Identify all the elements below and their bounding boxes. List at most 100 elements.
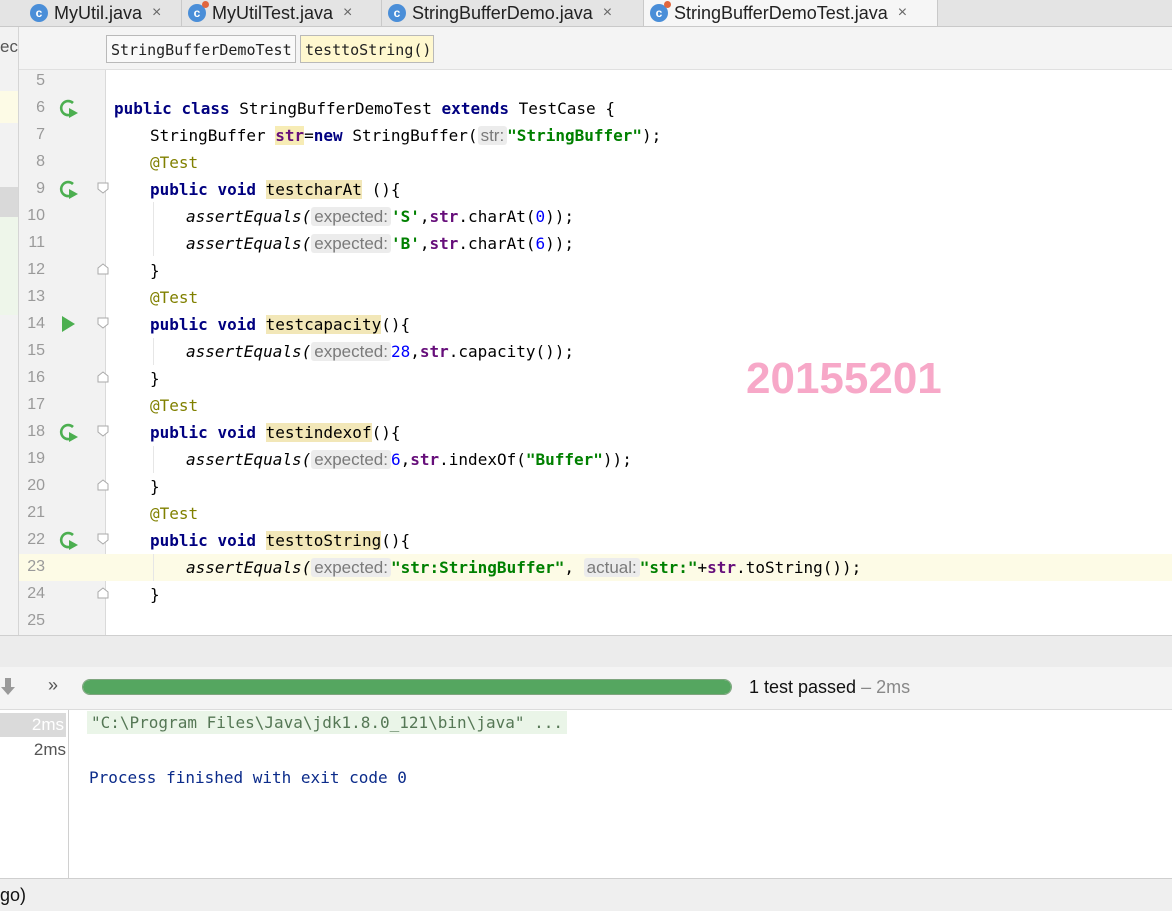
test-progress-fill	[83, 680, 731, 694]
close-icon[interactable]: ×	[152, 4, 161, 22]
console-output[interactable]: "C:\Program Files\Java\jdk1.8.0_121\bin\…	[69, 710, 1172, 878]
close-icon[interactable]: ×	[898, 4, 907, 22]
code-line-16: }	[150, 369, 160, 388]
char-literal: 'B'	[390, 234, 420, 253]
operator: =	[304, 126, 314, 145]
number-literal: 28	[390, 342, 411, 361]
line-number: 14	[27, 315, 45, 332]
method-call: assertEquals(	[186, 234, 312, 253]
run-icon[interactable]	[57, 313, 79, 335]
punctuation: ,	[419, 207, 430, 226]
method-call: assertEquals(	[186, 342, 312, 361]
run-test-class-icon[interactable]	[57, 97, 79, 119]
punctuation: ,	[419, 234, 430, 253]
method-call: assertEquals(	[186, 207, 312, 226]
line-number: 13	[27, 288, 45, 305]
fold-open-icon[interactable]	[97, 533, 109, 545]
down-arrow-icon[interactable]	[0, 678, 16, 696]
fold-close-icon[interactable]	[97, 479, 109, 491]
tab-label: MyUtilTest.java	[212, 2, 334, 23]
line-number: 25	[27, 612, 45, 629]
test-runner-toolbar: » 1 test passed – 2ms	[0, 667, 1172, 710]
method-name: testcharAt	[265, 180, 362, 199]
test-duration: – 2ms	[856, 677, 911, 697]
keyword: extends	[441, 99, 509, 118]
keyword: void	[217, 423, 256, 442]
panel-splitter[interactable]	[0, 635, 1172, 668]
breadcrumb: StringBufferDemoTest testtoString()	[19, 27, 1172, 70]
parameter-hint: expected:	[311, 342, 391, 361]
line-number: 16	[27, 369, 45, 386]
test-progress-bar	[82, 679, 732, 695]
java-test-class-icon: c	[650, 1, 671, 22]
breadcrumb-class[interactable]: StringBufferDemoTest	[106, 35, 296, 63]
parent-class: TestCase	[518, 99, 596, 118]
watermark-text: 20155201	[746, 354, 942, 403]
parameter-hint: actual:	[583, 558, 640, 577]
line-number: 17	[27, 396, 45, 413]
punctuation: (){	[381, 531, 411, 550]
line-number: 24	[27, 585, 45, 602]
tests-passed-label: 1 test passed	[749, 677, 857, 697]
indent-guide	[153, 446, 154, 473]
char-literal: 'S'	[390, 207, 420, 226]
run-test-method-icon[interactable]	[57, 529, 79, 551]
run-test-method-icon[interactable]	[57, 421, 79, 443]
punctuation: (){	[361, 180, 401, 199]
code-line-9: public void testcharAt (){	[150, 176, 400, 203]
keyword: public	[150, 531, 208, 550]
tab-stringbufferdemo[interactable]: c StringBufferDemo.java ×	[382, 0, 644, 26]
tab-myutiltest[interactable]: c MyUtilTest.java ×	[182, 0, 382, 26]
run-test-method-icon[interactable]	[57, 178, 79, 200]
console-command-line[interactable]: "C:\Program Files\Java\jdk1.8.0_121\bin\…	[87, 711, 568, 734]
method-call: assertEquals(	[186, 450, 312, 469]
line-number: 21	[27, 504, 45, 521]
fold-open-icon[interactable]	[97, 317, 109, 329]
type-name: StringBuffer	[150, 126, 266, 145]
panel-selection	[0, 187, 18, 217]
more-actions-icon[interactable]: »	[48, 675, 58, 696]
punctuation: (){	[371, 423, 401, 442]
fold-open-icon[interactable]	[97, 182, 109, 194]
code-line-13: @Test	[150, 288, 199, 307]
java-class-icon: c	[30, 4, 48, 22]
code-line-22: public void testtoString(){	[150, 527, 410, 554]
class-name: StringBufferDemoTest	[239, 99, 432, 118]
test-tree-item-time[interactable]: 2ms	[34, 740, 66, 760]
code-line-20: }	[150, 477, 160, 496]
punctuation: ,	[410, 342, 420, 361]
line-number: 8	[36, 153, 45, 170]
test-tree-item-time[interactable]: 2ms	[0, 713, 66, 737]
breadcrumb-method[interactable]: testtoString()	[300, 35, 434, 63]
tab-label: StringBufferDemo.java	[412, 2, 593, 23]
fold-close-icon[interactable]	[97, 371, 109, 383]
punctuation: ,	[564, 558, 574, 577]
tab-stringbufferdemotest[interactable]: c StringBufferDemoTest.java ×	[644, 0, 938, 26]
brace: {	[605, 99, 615, 118]
code-line-23[interactable]: assertEquals(expected: "str:StringBuffer"…	[186, 554, 861, 581]
parameter-hint: expected:	[311, 207, 391, 226]
line-number: 11	[28, 234, 45, 251]
tab-myutil[interactable]: c MyUtil.java ×	[24, 0, 182, 26]
close-icon[interactable]: ×	[343, 4, 352, 22]
code-line-24: }	[150, 585, 160, 604]
line-number: 10	[27, 207, 45, 224]
fold-close-icon[interactable]	[97, 263, 109, 275]
close-icon[interactable]: ×	[603, 4, 612, 22]
keyword: new	[313, 126, 343, 145]
keyword: public	[150, 315, 208, 334]
number-literal: 6	[535, 234, 546, 253]
java-class-icon: c	[388, 4, 406, 22]
status-bar: go)	[0, 878, 1172, 911]
code-line-10: assertEquals(expected: 'S',str.charAt(0))…	[186, 203, 574, 230]
field-name: str	[275, 126, 305, 145]
line-number: 9	[36, 180, 45, 197]
tab-label: StringBufferDemoTest.java	[674, 2, 888, 23]
line-number: 5	[36, 72, 45, 89]
fold-open-icon[interactable]	[97, 425, 109, 437]
panel-highlight	[0, 217, 18, 315]
fold-close-icon[interactable]	[97, 587, 109, 599]
punctuation: ));	[545, 234, 575, 253]
line-number: 18	[27, 423, 45, 440]
code-line-7: StringBuffer str=new StringBuffer(str: "S…	[150, 122, 661, 149]
